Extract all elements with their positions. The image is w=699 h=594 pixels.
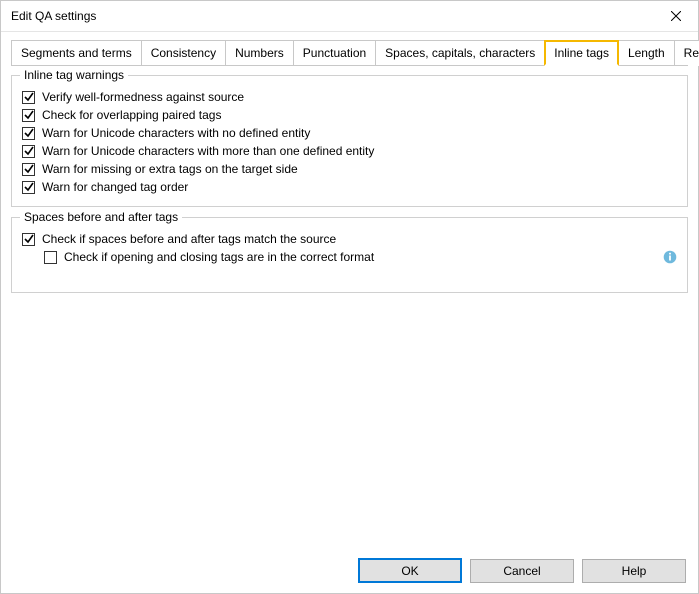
tab-regex[interactable]: Regex — [674, 40, 699, 66]
checkbox-label: Check for overlapping paired tags — [42, 108, 221, 122]
check-opening-closing-format[interactable]: Check if opening and closing tags are in… — [44, 250, 677, 264]
checkbox[interactable] — [22, 127, 35, 140]
group-inline-tag-warnings: Inline tag warnings Verify well-formedne… — [11, 75, 688, 207]
checkbox-label: Check if spaces before and after tags ma… — [42, 232, 336, 246]
tab-punctuation[interactable]: Punctuation — [293, 40, 376, 66]
help-button[interactable]: Help — [582, 559, 686, 583]
group-title: Spaces before and after tags — [20, 210, 182, 224]
tab-length[interactable]: Length — [618, 40, 675, 66]
group-spaces-before-after-tags: Spaces before and after tags Check if sp… — [11, 217, 688, 293]
check-overlapping-paired-tags[interactable]: Check for overlapping paired tags — [22, 108, 677, 122]
check-missing-extra-tags[interactable]: Warn for missing or extra tags on the ta… — [22, 162, 677, 176]
ok-button[interactable]: OK — [358, 558, 462, 583]
dialog-footer: OK Cancel Help — [1, 548, 698, 593]
check-unicode-multi-entity[interactable]: Warn for Unicode characters with more th… — [22, 144, 677, 158]
check-spaces-match-source[interactable]: Check if spaces before and after tags ma… — [22, 232, 677, 246]
checkbox-label: Warn for missing or extra tags on the ta… — [42, 162, 298, 176]
tab-inline-tags[interactable]: Inline tags — [544, 40, 619, 66]
dialog-title: Edit QA settings — [11, 9, 96, 23]
checkbox[interactable] — [44, 251, 57, 264]
dialog: Edit QA settings Segments and terms Cons… — [0, 0, 699, 594]
group-title: Inline tag warnings — [20, 68, 128, 82]
tab-numbers[interactable]: Numbers — [225, 40, 294, 66]
titlebar: Edit QA settings — [1, 1, 698, 32]
check-unicode-no-entity[interactable]: Warn for Unicode characters with no defi… — [22, 126, 677, 140]
tab-consistency[interactable]: Consistency — [141, 40, 226, 66]
info-icon[interactable] — [663, 250, 677, 264]
check-changed-tag-order[interactable]: Warn for changed tag order — [22, 180, 677, 194]
close-icon — [671, 11, 681, 21]
checkbox[interactable] — [22, 145, 35, 158]
checkbox[interactable] — [22, 109, 35, 122]
tab-segments-and-terms[interactable]: Segments and terms — [11, 40, 142, 66]
checkbox-label: Warn for Unicode characters with more th… — [42, 144, 374, 158]
cancel-button[interactable]: Cancel — [470, 559, 574, 583]
checkbox[interactable] — [22, 163, 35, 176]
tab-spaces-capitals-characters[interactable]: Spaces, capitals, characters — [375, 40, 545, 66]
tab-strip: Segments and terms Consistency Numbers P… — [11, 40, 688, 66]
checkbox-label: Verify well-formedness against source — [42, 90, 244, 104]
check-verify-wellformedness[interactable]: Verify well-formedness against source — [22, 90, 677, 104]
checkbox-label: Check if opening and closing tags are in… — [64, 250, 374, 264]
checkbox-label: Warn for changed tag order — [42, 180, 188, 194]
checkbox[interactable] — [22, 91, 35, 104]
checkbox[interactable] — [22, 181, 35, 194]
checkbox[interactable] — [22, 233, 35, 246]
tab-content: Inline tag warnings Verify well-formedne… — [1, 67, 698, 548]
close-button[interactable] — [654, 1, 698, 31]
checkbox-label: Warn for Unicode characters with no defi… — [42, 126, 310, 140]
